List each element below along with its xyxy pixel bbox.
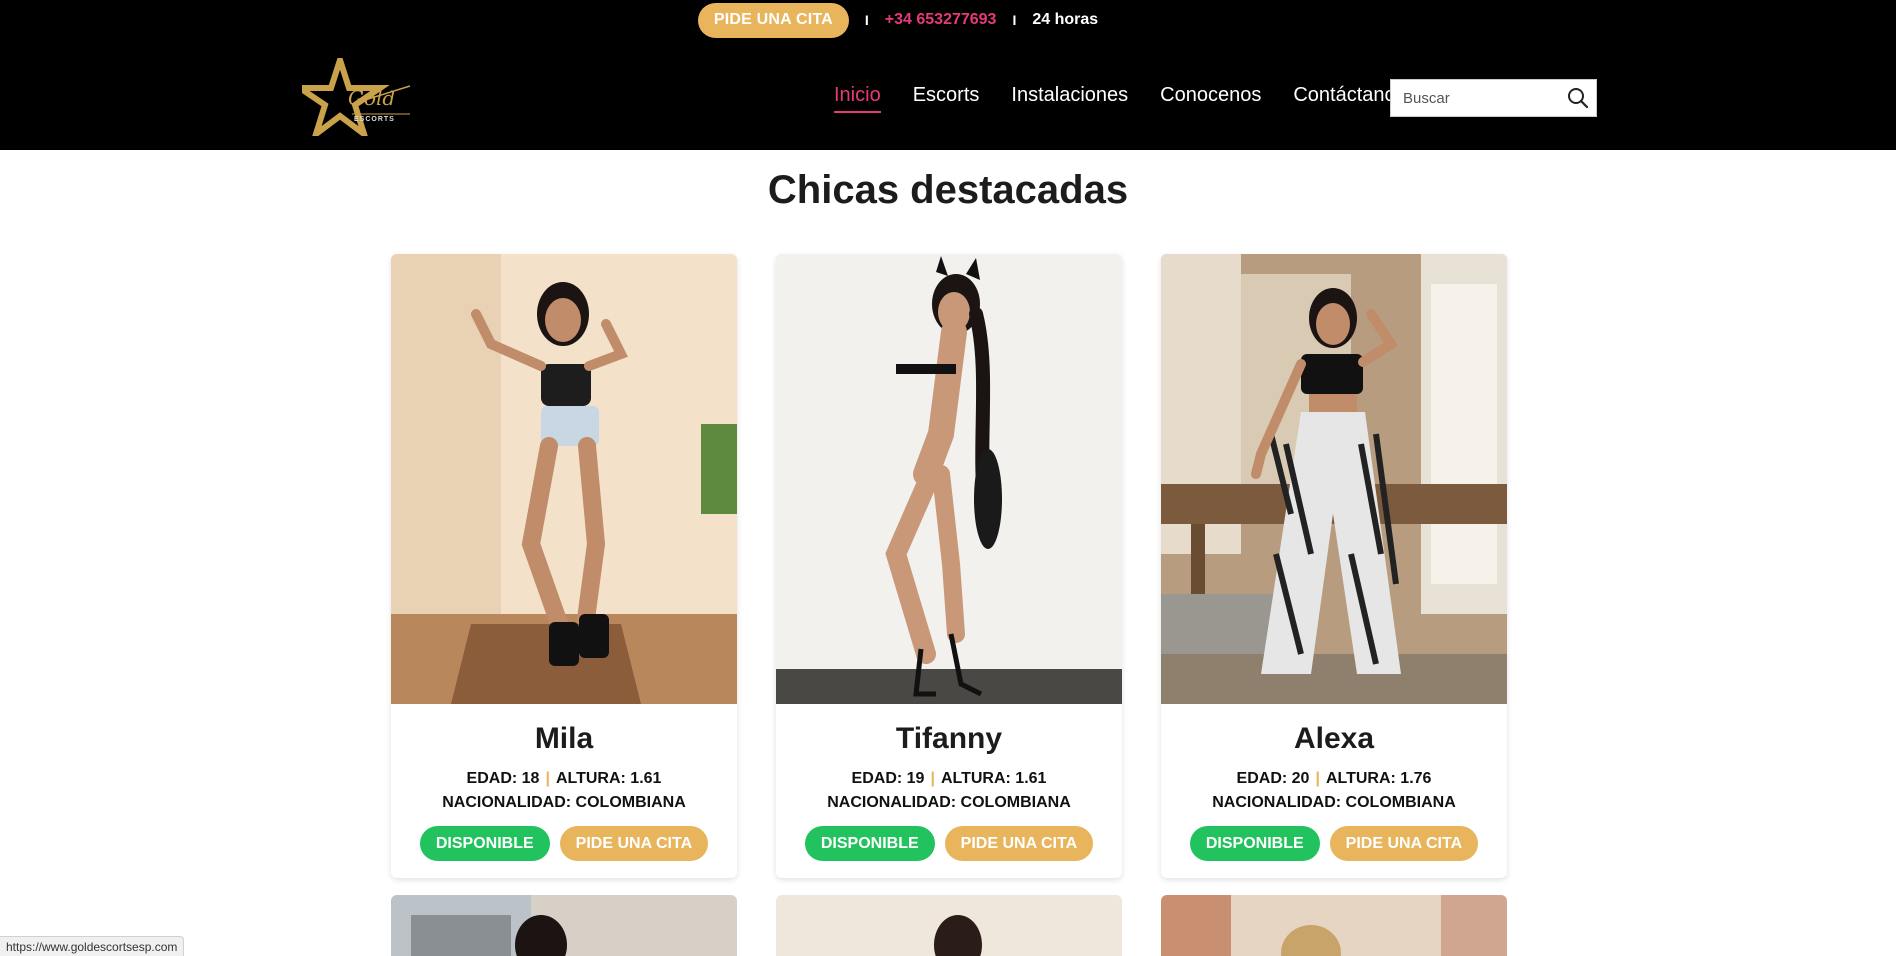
profile-photo-image — [391, 254, 737, 704]
profile-actions: DISPONIBLE PIDE UNA CITA — [1161, 826, 1507, 861]
profile-card-partial[interactable] — [776, 895, 1122, 956]
profile-photo[interactable] — [776, 254, 1122, 704]
logo-small-text: ESCORTS — [354, 116, 395, 123]
profile-stats: EDAD: 20 | ALTURA: 1.76 — [1161, 770, 1507, 788]
profile-info: Mila EDAD: 18 | ALTURA: 1.61 NACIONALIDAD:… — [391, 704, 737, 878]
profile-nationality: NACIONALIDAD: COLOMBIANA — [442, 794, 686, 811]
book-appointment-button[interactable]: PIDE UNA CITA — [559, 826, 709, 861]
phone-link[interactable]: +34 653277693 — [885, 11, 997, 29]
profile-photo-image — [776, 254, 1122, 704]
nav-item-conocenos[interactable]: Conocenos — [1160, 84, 1261, 113]
topbar-separator: I — [864, 12, 869, 28]
profile-name[interactable]: Tifanny — [776, 722, 1122, 756]
site-header: PIDE UNA CITA I +34 653277693 I 24 horas… — [0, 0, 1896, 150]
profile-card-partial[interactable] — [391, 895, 737, 956]
profile-stats: EDAD: 18 | ALTURA: 1.61 — [391, 770, 737, 788]
profile-height: ALTURA: 1.61 — [940, 770, 1047, 787]
profile-height: ALTURA: 1.76 — [1325, 770, 1432, 787]
profile-actions: DISPONIBLE PIDE UNA CITA — [391, 826, 737, 861]
profile-photo-image — [1161, 254, 1507, 704]
profile-age: EDAD: 20 — [1236, 770, 1310, 787]
profile-card: Mila EDAD: 18 | ALTURA: 1.61 NACIONALIDAD:… — [391, 254, 737, 878]
profile-nationality: NACIONALIDAD: COLOMBIANA — [1212, 794, 1456, 811]
profile-photo[interactable] — [391, 254, 737, 704]
profile-photo-image — [1161, 895, 1507, 956]
nav-item-inicio[interactable]: Inicio — [834, 84, 881, 113]
available-badge[interactable]: DISPONIBLE — [804, 826, 935, 861]
top-contact-bar: PIDE UNA CITA I +34 653277693 I 24 horas — [0, 2, 1896, 38]
profile-photo-image — [391, 895, 737, 956]
site-logo[interactable]: Gold ESCORTS — [290, 50, 414, 142]
stats-divider: | — [1315, 770, 1320, 787]
nav-item-contactanos[interactable]: Contáctanos — [1293, 84, 1405, 113]
profile-age: EDAD: 19 — [851, 770, 925, 787]
book-appointment-button[interactable]: PIDE UNA CITA — [1329, 826, 1479, 861]
search-icon — [1568, 88, 1589, 109]
profile-age: EDAD: 18 — [466, 770, 540, 787]
profile-name[interactable]: Mila — [391, 722, 737, 756]
logo-script-text: Gold — [348, 86, 396, 110]
profile-actions: DISPONIBLE PIDE UNA CITA — [776, 826, 1122, 861]
page-title: Chicas destacadas — [767, 168, 1129, 212]
profile-photo[interactable] — [1161, 254, 1507, 704]
profile-card: Tifanny EDAD: 19 | ALTURA: 1.61 NACIONALID… — [776, 254, 1122, 878]
search-box — [1390, 79, 1597, 117]
profile-info: Tifanny EDAD: 19 | ALTURA: 1.61 NACIONALID… — [776, 704, 1122, 878]
available-badge[interactable]: DISPONIBLE — [1189, 826, 1320, 861]
stats-divider: | — [930, 770, 935, 787]
browser-status-url: https://www.goldescortsesp.com — [0, 936, 185, 956]
available-badge[interactable]: DISPONIBLE — [419, 826, 550, 861]
top-book-appointment-button[interactable]: PIDE UNA CITA — [697, 2, 849, 38]
stats-divider: | — [545, 770, 550, 787]
nav-item-instalaciones[interactable]: Instalaciones — [1011, 84, 1128, 113]
profile-stats: EDAD: 19 | ALTURA: 1.61 — [776, 770, 1122, 788]
main-nav: Inicio Escorts Instalaciones Conocenos C… — [834, 84, 1406, 113]
search-input[interactable] — [1391, 81, 1561, 115]
hours-text: 24 horas — [1032, 11, 1099, 28]
profile-height: ALTURA: 1.61 — [555, 770, 662, 787]
profile-card-partial[interactable] — [1161, 895, 1507, 956]
search-button[interactable] — [1561, 81, 1595, 115]
profile-card: Alexa EDAD: 20 | ALTURA: 1.76 NACIONALIDAD… — [1161, 254, 1507, 878]
profile-photo-image — [776, 895, 1122, 956]
profile-nationality: NACIONALIDAD: COLOMBIANA — [827, 794, 1071, 811]
topbar-separator: I — [1012, 12, 1017, 28]
profile-name[interactable]: Alexa — [1161, 722, 1507, 756]
profile-info: Alexa EDAD: 20 | ALTURA: 1.76 NACIONALIDAD… — [1161, 704, 1507, 878]
book-appointment-button[interactable]: PIDE UNA CITA — [944, 826, 1094, 861]
nav-item-escorts[interactable]: Escorts — [913, 84, 980, 113]
